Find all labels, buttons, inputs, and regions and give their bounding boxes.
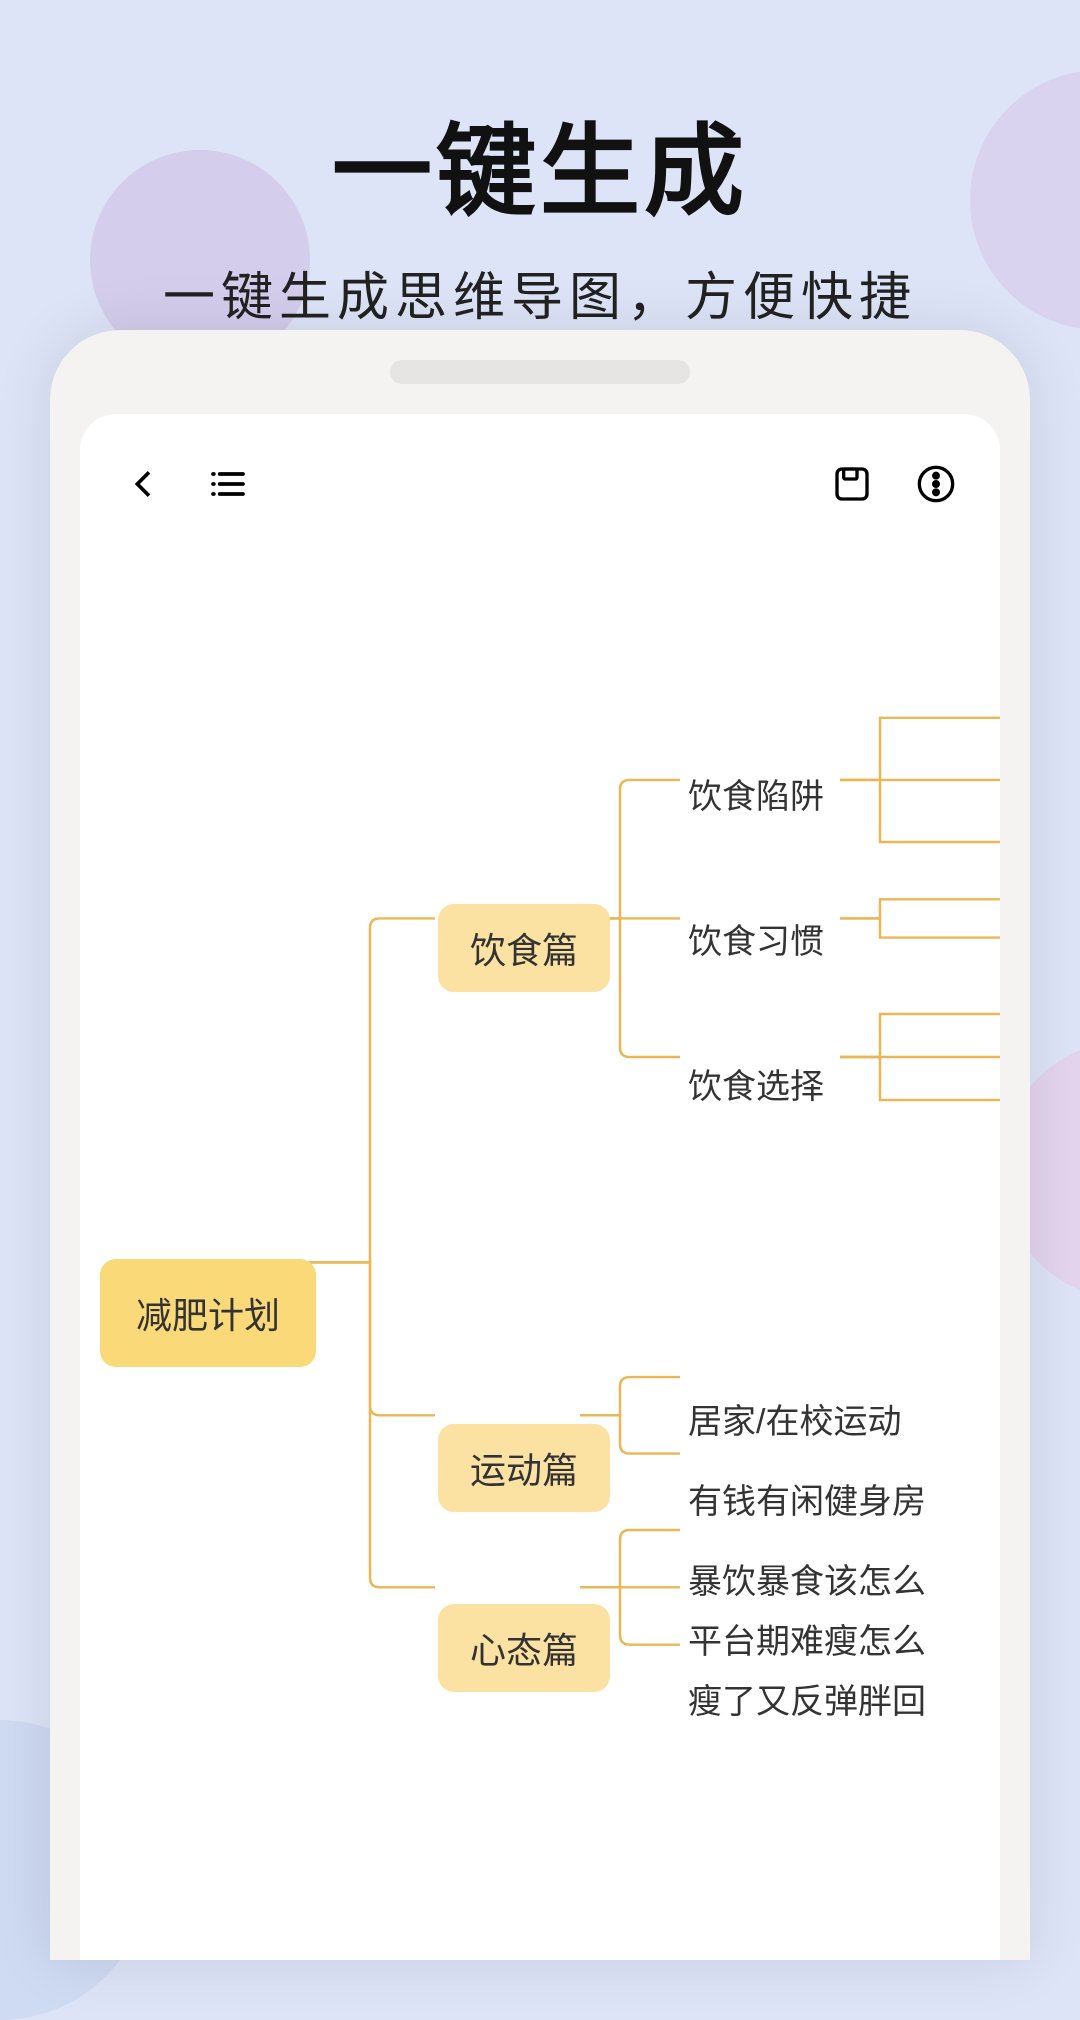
mindmap-leaf-node[interactable]: 有钱有闲健身房 [688,1474,926,1523]
mindmap-leaf-node[interactable]: 瘦了又反弹胖回 [688,1674,926,1723]
phone-notch [390,360,690,384]
mindmap-leaf-node[interactable]: 平台期难瘦怎么 [688,1614,926,1663]
mindmap-leaf-node[interactable]: 居家/在校运动 [688,1394,901,1443]
mindmap-leaf-node[interactable]: 饮食习惯 [688,914,824,963]
promo-title: 一键生成 [0,90,1080,235]
promo-subtitle: 一键生成思维导图，方便快捷 [0,255,1080,330]
save-icon[interactable] [832,464,872,504]
mindmap-leaf-node[interactable]: 饮食选择 [688,1059,824,1108]
mindmap-branch-node[interactable]: 饮食篇 [438,904,610,992]
phone-mockup: 减肥计划 饮食篇 运动篇 心态篇 饮食陷阱 饮食习惯 饮食选择 居家/在校运动 … [50,330,1030,1960]
app-toolbar [80,414,1000,544]
mindmap-canvas[interactable]: 减肥计划 饮食篇 运动篇 心态篇 饮食陷阱 饮食习惯 饮食选择 居家/在校运动 … [80,584,1000,1960]
mindmap-leaf-node[interactable]: 饮食陷阱 [688,769,824,818]
mindmap-leaf-node[interactable]: 暴饮暴食该怎么 [688,1554,926,1603]
back-icon[interactable] [124,464,164,504]
more-menu-icon[interactable] [916,464,956,504]
mindmap-branch-node[interactable]: 运动篇 [438,1424,610,1512]
mindmap-root-node[interactable]: 减肥计划 [100,1259,316,1367]
phone-screen: 减肥计划 饮食篇 运动篇 心态篇 饮食陷阱 饮食习惯 饮食选择 居家/在校运动 … [80,414,1000,1960]
outline-list-icon[interactable] [208,464,248,504]
mindmap-branch-node[interactable]: 心态篇 [438,1604,610,1692]
